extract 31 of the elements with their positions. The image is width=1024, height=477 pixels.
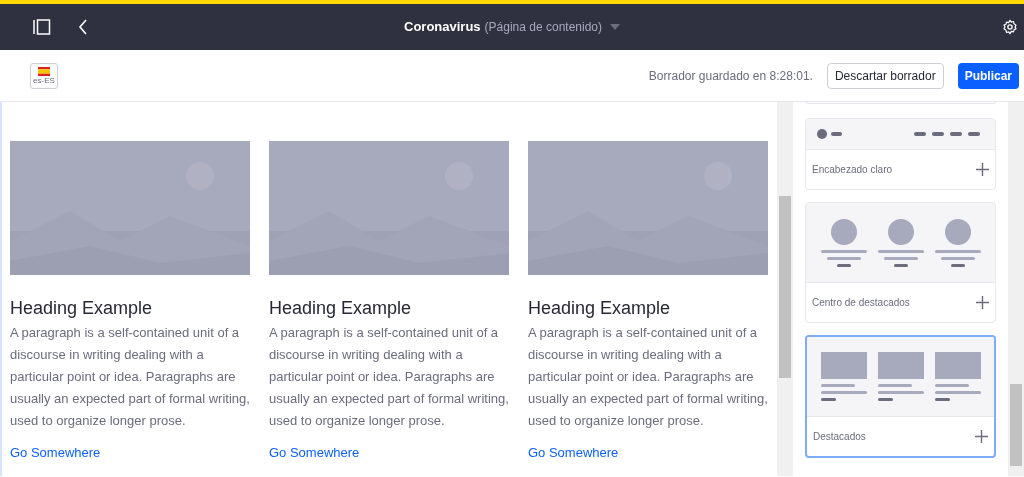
card-link[interactable]: Go Somewhere <box>269 443 360 463</box>
card-heading: Heading Example <box>269 297 413 320</box>
scrollbar-thumb[interactable] <box>1010 384 1022 466</box>
card-paragraph: A paragraph is a self-contained unit of a discourse in writing dealing with a particular point or idea. Paragraphs are usually an expected part of formal writing, used to organize longer prose. <box>528 324 769 430</box>
card-link[interactable]: Go Somewhere <box>10 443 101 463</box>
page-type: (Página de contenido) <box>484 19 602 36</box>
add-icon[interactable] <box>976 296 989 309</box>
page-title: Coronavirus <box>404 18 481 37</box>
scrollbar-thumb[interactable] <box>779 196 791 378</box>
fragment-label: Centro de destacados <box>812 296 910 310</box>
card-paragraph: A paragraph is a self-contained unit of a discourse in writing dealing with a particular point or idea. Paragraphs are usually an expected part of formal writing, used to organize longer prose. <box>269 324 510 430</box>
card-heading: Heading Example <box>10 297 154 320</box>
caret-icon[interactable] <box>610 24 620 30</box>
card-heading: Heading Example <box>528 297 672 320</box>
settings-icon[interactable] <box>1002 19 1018 35</box>
card-link[interactable]: Go Somewhere <box>528 443 619 463</box>
sidebar-toggle-icon[interactable] <box>32 19 52 35</box>
draft-status: Borrador guardado en 8:28:01. <box>648 67 813 85</box>
add-icon[interactable] <box>976 163 989 176</box>
fragment-label: Destacados <box>813 430 866 444</box>
flag-icon <box>38 66 50 76</box>
card-paragraph: A paragraph is a self-contained unit of a discourse in writing dealing with a particular point or idea. Paragraphs are usually an expected part of formal writing, used to organize longer prose. <box>10 324 251 430</box>
fragment-card[interactable]: Centro de destacados <box>805 202 996 323</box>
fragment-card[interactable]: Destacados <box>805 335 996 458</box>
back-icon[interactable] <box>78 19 88 35</box>
locale-button[interactable]: es-ES <box>30 62 58 89</box>
discard-button[interactable]: Descartar borrador <box>826 62 944 89</box>
add-icon[interactable] <box>975 430 988 443</box>
publish-button[interactable]: Publicar <box>957 62 1019 89</box>
fragment-label: Encabezado claro <box>812 163 893 177</box>
fragment-card[interactable]: Encabezado claro <box>805 118 996 190</box>
